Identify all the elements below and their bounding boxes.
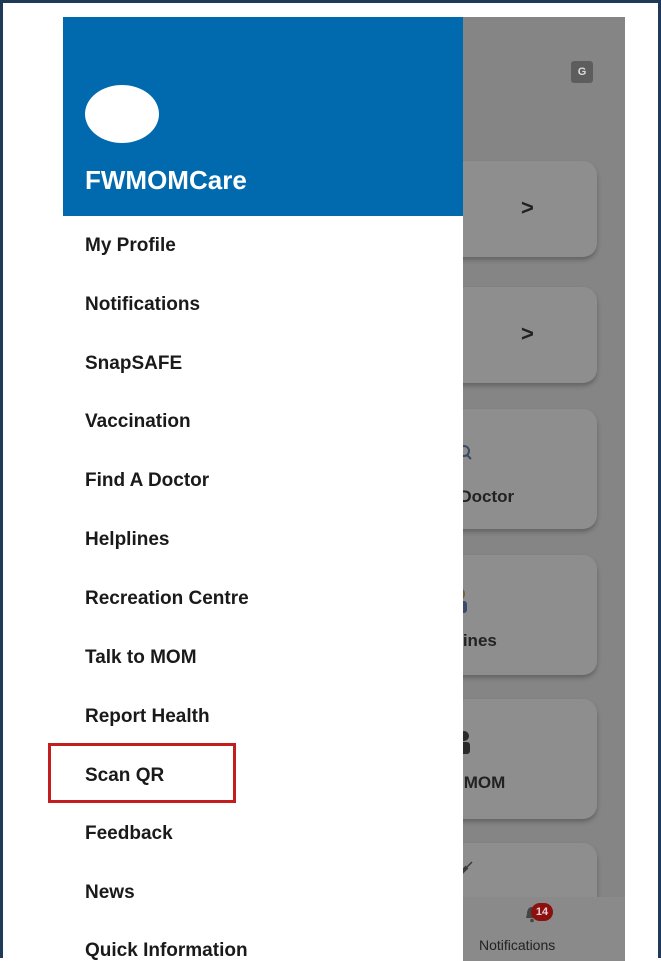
menu-item-recreation-centre[interactable]: Recreation Centre	[85, 588, 249, 610]
menu-item-my-profile[interactable]: My Profile	[85, 235, 176, 257]
menu-item-find-a-doctor[interactable]: Find A Doctor	[85, 470, 209, 492]
bottom-nav-label: Notifications	[479, 937, 556, 953]
notification-count-badge: 14	[531, 903, 553, 921]
home-card-2[interactable]: >	[443, 287, 597, 383]
menu-item-report-health[interactable]: Report Health	[85, 706, 210, 728]
menu-item-notifications[interactable]: Notifications	[85, 294, 200, 316]
navigation-drawer: FWMOMCare My Profile Notifications SnapS…	[63, 17, 463, 961]
phone-screen: G > > A Doctor lplines to MOM 14 Notific…	[63, 17, 625, 961]
menu-item-news[interactable]: News	[85, 882, 135, 904]
home-card-helplines[interactable]: lplines	[443, 555, 597, 675]
menu-item-vaccination[interactable]: Vaccination	[85, 411, 191, 433]
home-card-talk-to-mom[interactable]: to MOM	[443, 699, 597, 819]
bottom-nav: 14 Notifications	[463, 897, 625, 961]
bottom-nav-notifications[interactable]: 14 Notifications	[463, 897, 625, 961]
menu-item-feedback[interactable]: Feedback	[85, 823, 173, 845]
menu-item-talk-to-mom[interactable]: Talk to MOM	[85, 647, 197, 669]
drawer-header: FWMOMCare	[63, 17, 463, 216]
home-card-1[interactable]: >	[443, 161, 597, 257]
translate-icon[interactable]: G	[571, 61, 593, 83]
menu-item-helplines[interactable]: Helplines	[85, 529, 169, 551]
app-name: FWMOMCare	[85, 165, 247, 195]
chevron-right-icon: >	[521, 321, 534, 346]
screenshot-frame: G > > A Doctor lplines to MOM 14 Notific…	[0, 0, 661, 961]
scan-qr-highlight-box	[48, 743, 236, 803]
chevron-right-icon: >	[521, 195, 534, 220]
avatar[interactable]	[85, 85, 159, 143]
menu-item-snapsafe[interactable]: SnapSAFE	[85, 353, 182, 375]
home-card-find-doctor[interactable]: A Doctor	[443, 409, 597, 529]
